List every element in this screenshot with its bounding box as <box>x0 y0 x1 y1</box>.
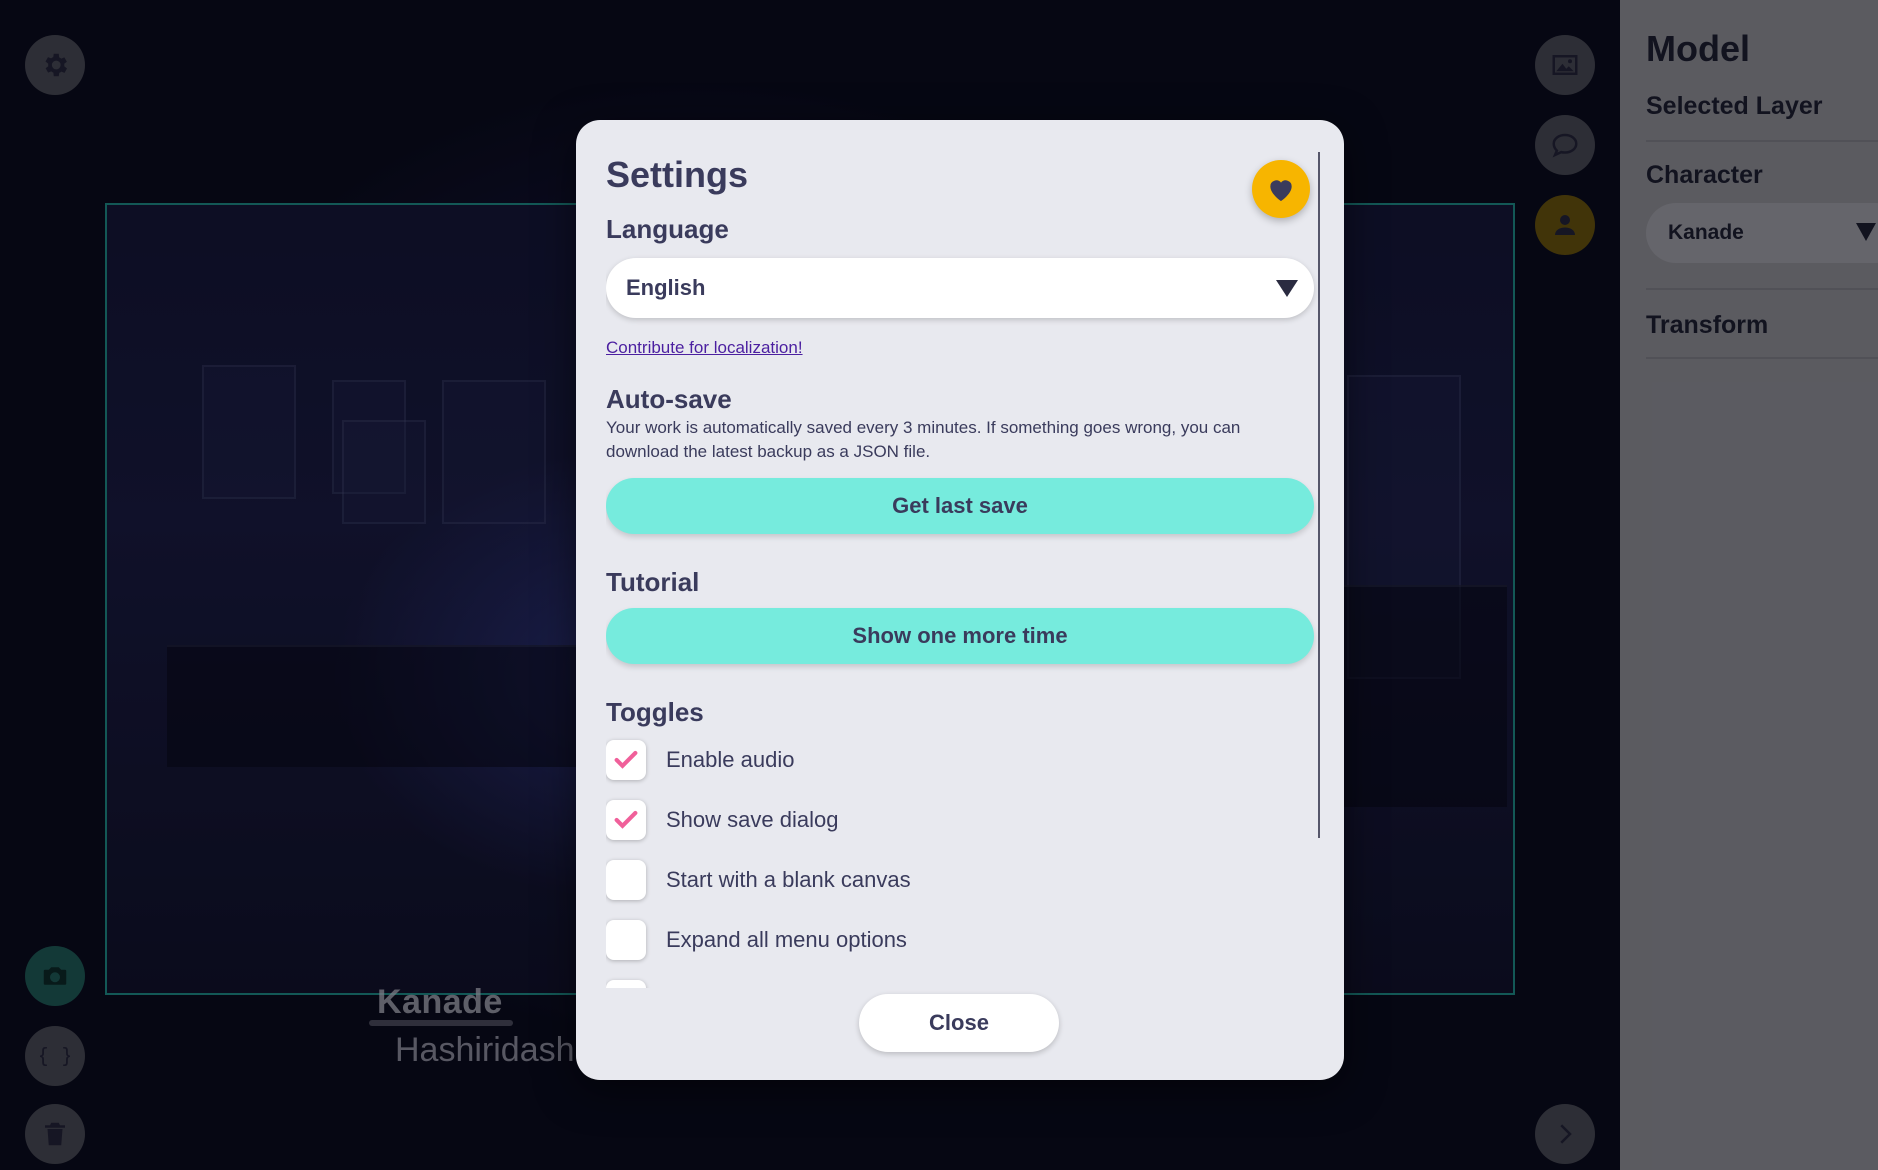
model-side-panel: Model Selected Layer Character Kanade Tr… <box>1620 0 1878 1170</box>
localization-link[interactable]: Contribute for localization! <box>606 338 803 358</box>
checkbox[interactable] <box>606 740 646 780</box>
checkmark-icon <box>614 810 638 829</box>
toggle-label: Show save dialog <box>666 807 839 832</box>
toggles-heading: Toggles <box>606 697 704 727</box>
toggle-blank-canvas[interactable]: Start with a blank canvas <box>606 858 911 902</box>
checkbox[interactable] <box>606 980 646 988</box>
toggle-enable-audio[interactable]: Enable audio <box>606 738 794 782</box>
toggle-expand-menu[interactable]: Expand all menu options <box>606 918 907 962</box>
show-tutorial-button[interactable]: Show one more time <box>606 608 1314 664</box>
get-last-save-button[interactable]: Get last save <box>606 478 1314 534</box>
autosave-heading: Auto-save <box>606 384 732 414</box>
dialog-title: Settings <box>606 154 749 195</box>
toggle-show-save-dialog[interactable]: Show save dialog <box>606 798 838 842</box>
toggle-label: Expand all menu options <box>666 927 907 952</box>
scrollbar[interactable] <box>1318 152 1320 838</box>
caret-down-icon <box>1276 280 1298 297</box>
checkbox[interactable] <box>606 920 646 960</box>
settings-dialog: Settings Language English Contribute for… <box>576 120 1344 1080</box>
heart-icon <box>1270 180 1292 201</box>
toggle-label: Start with a blank canvas <box>666 867 911 892</box>
autosave-description: Your work is automatically saved every 3… <box>606 418 1241 461</box>
support-button[interactable] <box>1252 160 1310 218</box>
language-heading: Language <box>606 214 729 244</box>
language-select[interactable]: English <box>606 258 1314 318</box>
settings-scroll-area[interactable]: Settings Language English Contribute for… <box>606 120 1318 988</box>
language-select-value: English <box>626 275 706 300</box>
close-button[interactable]: Close <box>859 994 1059 1052</box>
checkbox[interactable] <box>606 860 646 900</box>
checkbox[interactable] <box>606 800 646 840</box>
panel-backdrop <box>1620 0 1878 1170</box>
toggle-partial[interactable] <box>606 978 646 988</box>
checkmark-icon <box>614 750 638 769</box>
tutorial-heading: Tutorial <box>606 567 700 597</box>
toggle-label: Enable audio <box>666 747 795 772</box>
